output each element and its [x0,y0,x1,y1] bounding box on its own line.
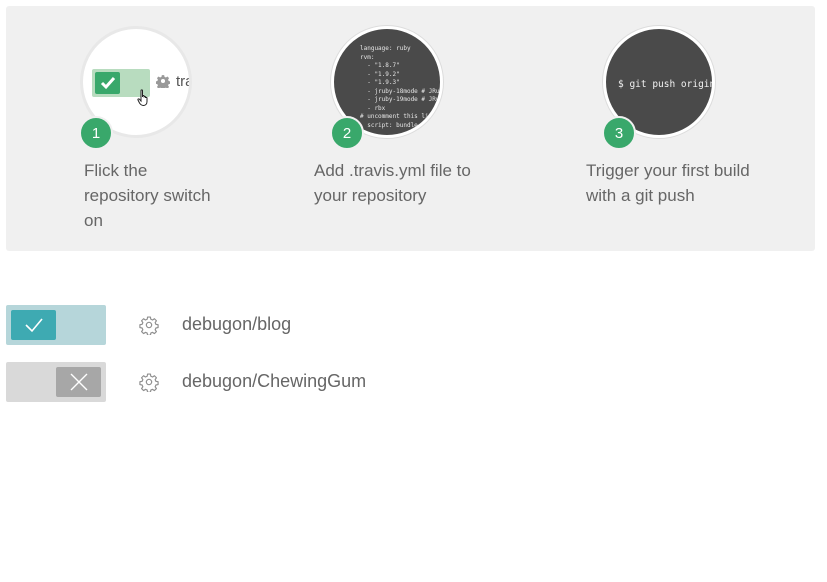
mini-repo-name: tra [176,73,192,90]
gear-icon [156,75,170,88]
step-2-text: Add .travis.yml file to your repository [314,161,471,205]
step-3-badge: 3 [602,116,636,150]
checkmark-icon [11,310,56,340]
repo-row-chewinggum: debugon/ChewingGum [6,362,506,402]
repo-name-blog[interactable]: debugon/blog [182,314,291,335]
repo-toggle-chewinggum[interactable] [6,362,106,402]
git-push-command: $ git push origin [618,79,715,90]
step-2-badge: 2 [330,116,364,150]
step-1-text: Flick the repository switch on [84,161,211,230]
step-3-text: Trigger your first build with a git push [586,161,750,205]
repo-toggle-blog[interactable] [6,305,106,345]
step-1-badge: 1 [79,116,113,150]
repo-settings-gear-icon[interactable] [139,315,159,335]
repo-row-blog: debugon/blog [6,305,506,345]
hand-pointer-icon [137,89,148,107]
check-icon [95,72,120,94]
travis-yml-code: language: ruby rvm: - "1.8.7" - "1.9.2" … [360,45,443,129]
repo-settings-gear-icon[interactable] [139,372,159,392]
x-icon [56,367,101,397]
getting-started-panel: tra 1 Flick the repository switch on lan… [6,6,815,251]
repo-name-chewinggum[interactable]: debugon/ChewingGum [182,371,366,392]
